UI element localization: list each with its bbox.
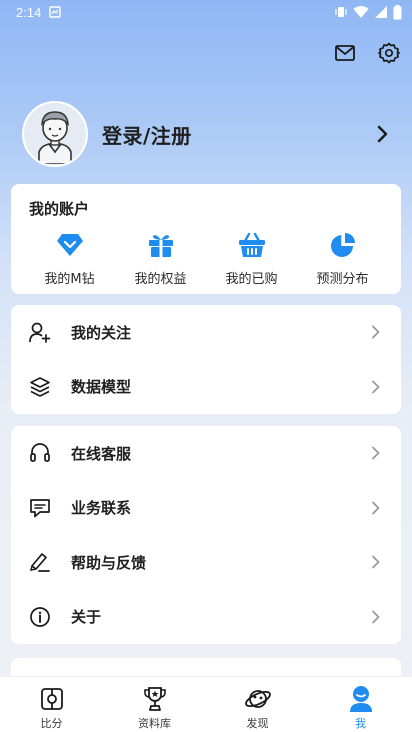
account-card: 我的账户 我的M钻 我的权益 我的已购 预测分布 <box>11 184 401 294</box>
menu-item-data-model[interactable]: 数据模型 <box>11 360 401 415</box>
score-icon <box>40 688 63 710</box>
mail-button[interactable] <box>332 40 358 66</box>
login-profile-row[interactable]: 登录/注册 <box>22 100 392 168</box>
bottom-tab-bar: 比分 资料库 发现 我 <box>0 676 412 732</box>
menu-group-1: 我的关注 数据模型 <box>11 305 401 414</box>
chevron-right-icon <box>372 446 380 460</box>
layers-icon <box>30 376 50 397</box>
menu-item-label: 关于 <box>71 608 102 627</box>
headset-icon <box>30 443 50 463</box>
planet-icon <box>244 690 271 708</box>
chevron-right-icon <box>372 555 380 569</box>
settings-button[interactable] <box>376 40 402 66</box>
chevron-right-icon <box>372 325 380 339</box>
tab-database[interactable]: 资料库 <box>103 677 206 732</box>
tab-label: 资料库 <box>138 717 171 730</box>
tab-label: 我 <box>355 717 366 730</box>
add-user-icon <box>29 322 51 344</box>
account-item-purchased[interactable]: 我的已购 <box>206 230 297 287</box>
top-actions <box>332 40 402 66</box>
login-register-label[interactable]: 登录/注册 <box>102 120 192 149</box>
tab-me[interactable]: 我 <box>309 677 412 732</box>
vibrate-icon <box>335 7 347 17</box>
menu-item-about[interactable]: 关于 <box>11 590 401 645</box>
avatar[interactable] <box>22 101 88 167</box>
tab-discover[interactable]: 发现 <box>206 677 309 732</box>
menu-item-label: 在线客服 <box>71 444 132 463</box>
battery-icon <box>393 4 402 19</box>
menu-item-label: 业务联系 <box>71 499 132 518</box>
info-icon <box>30 606 50 627</box>
account-item-mdiamond[interactable]: 我的M钻 <box>24 230 115 287</box>
tab-score[interactable]: 比分 <box>0 677 103 732</box>
gift-icon <box>148 235 173 257</box>
tab-label: 比分 <box>40 717 63 730</box>
chevron-right-icon <box>372 380 380 394</box>
menu-item-label: 数据模型 <box>71 378 132 397</box>
account-item-label: 我的已购 <box>225 272 278 287</box>
menu-item-label: 我的关注 <box>71 323 132 342</box>
menu-group-2: 在线客服 业务联系 帮助与反馈 关于 <box>11 426 401 644</box>
menu-item-business-contact[interactable]: 业务联系 <box>11 481 401 536</box>
menu-item-follow[interactable]: 我的关注 <box>11 305 401 360</box>
notification-icon <box>49 6 62 18</box>
trophy-icon <box>143 687 166 711</box>
mail-icon <box>335 45 355 61</box>
basket-icon <box>238 232 265 257</box>
chevron-right-icon <box>372 610 380 624</box>
account-item-label: 我的M钻 <box>44 272 95 287</box>
gear-icon <box>378 42 400 64</box>
tab-label: 发现 <box>246 717 269 730</box>
account-item-label: 我的权益 <box>134 272 187 287</box>
diamond-icon <box>56 234 83 256</box>
account-item-benefits[interactable]: 我的权益 <box>115 230 206 287</box>
chevron-right-icon <box>372 501 380 515</box>
status-time: 2:14 <box>16 4 42 20</box>
pie-chart-icon <box>330 233 355 257</box>
account-items: 我的M钻 我的权益 我的已购 预测分布 <box>24 230 388 287</box>
status-bar: 2:14 <box>0 0 412 24</box>
account-item-label: 预测分布 <box>316 272 369 287</box>
chevron-right-icon <box>377 125 388 143</box>
wifi-icon <box>353 6 369 19</box>
profile-icon <box>349 686 372 712</box>
default-avatar-icon <box>38 111 72 164</box>
message-icon <box>30 498 50 518</box>
menu-item-help-feedback[interactable]: 帮助与反馈 <box>11 535 401 590</box>
menu-item-label: 帮助与反馈 <box>71 553 147 572</box>
account-title: 我的账户 <box>29 200 90 218</box>
menu-item-customer-service[interactable]: 在线客服 <box>11 426 401 481</box>
signal-icon <box>375 6 387 18</box>
feedback-pen-icon <box>29 553 50 573</box>
account-item-prediction[interactable]: 预测分布 <box>297 230 388 287</box>
